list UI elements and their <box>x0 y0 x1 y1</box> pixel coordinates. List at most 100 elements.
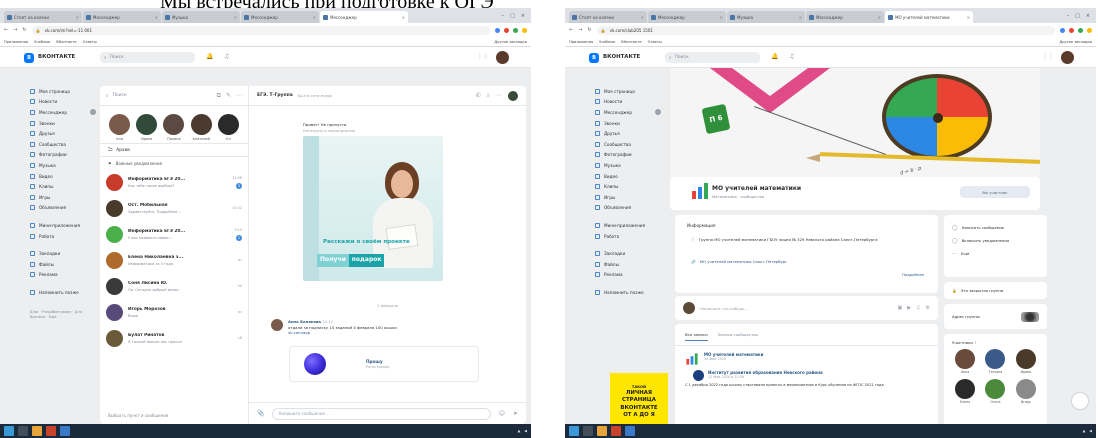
search-icon[interactable]: ⌕ <box>487 92 490 100</box>
taskbar-app-icon[interactable] <box>18 426 28 436</box>
vk-logo-icon[interactable]: В <box>24 53 34 63</box>
browser-tab[interactable]: Стоят на колени × <box>569 11 647 23</box>
sidebar-item[interactable]: Игры <box>595 192 661 203</box>
membership-button[interactable]: Вы участник <box>960 186 1030 198</box>
minimize-icon[interactable]: – <box>502 13 505 19</box>
promo-image[interactable]: Расскажи о своём проекте Получи подарок <box>303 136 443 281</box>
url-field[interactable]: 🔒 vk.com/im?sel=-11 001 <box>31 25 490 35</box>
back-icon[interactable]: ← <box>569 27 573 33</box>
members-title[interactable]: Участники 7 <box>952 340 1039 345</box>
network-icon[interactable]: ▲ <box>1083 429 1086 433</box>
sidebar-item[interactable]: Сообщества <box>30 139 96 150</box>
extension-icon[interactable] <box>495 27 500 33</box>
bookmark-item[interactable]: Другие закладки <box>494 40 527 44</box>
sidebar-item[interactable]: Фотографии <box>30 150 96 161</box>
sidebar-item[interactable]: Объявления <box>595 203 661 214</box>
sidebar-item[interactable]: Музыка <box>30 160 96 171</box>
sidebar-item[interactable]: Друзья <box>595 128 661 139</box>
music-icon[interactable]: ♫ <box>916 305 920 311</box>
apps-icon[interactable]: ⋮⋮ <box>1042 53 1054 60</box>
chat-row[interactable]: Игорь Морозов Ваше вс <box>100 299 248 325</box>
sidebar-item[interactable]: Закладки <box>30 248 96 259</box>
chat-row[interactable]: Ост. Мобильная Здравствуйте, Подробнее...… <box>100 195 248 221</box>
post-input[interactable]: Напишите что-нибудь... <box>700 306 892 311</box>
story[interactable]: Полина <box>163 114 185 141</box>
chat-search[interactable]: ⌕ Поиск ⧉ ✎ ⋯ <box>100 86 248 106</box>
sidebar-item[interactable]: Мессенджер <box>30 107 96 118</box>
extension-icon[interactable] <box>1087 27 1092 33</box>
sidebar-item[interactable]: Сообщества <box>595 139 661 150</box>
minimize-icon[interactable]: – <box>1067 13 1070 19</box>
taskbar-app-icon[interactable] <box>625 426 635 436</box>
close-window-icon[interactable]: × <box>1086 13 1090 19</box>
sidebar-item[interactable]: Клипы <box>595 181 661 192</box>
bell-icon[interactable]: 🔔 <box>206 53 213 60</box>
message-input[interactable]: Напишите сообщение... <box>272 407 491 420</box>
close-icon[interactable]: × <box>155 15 158 20</box>
chat-row[interactable]: Информатика ЕГЭ 20... У вас появился ново… <box>100 221 248 247</box>
photo-icon[interactable]: ▣ <box>897 305 902 311</box>
browser-tab[interactable]: Мессенджер × <box>648 11 726 23</box>
close-icon[interactable]: × <box>234 15 237 20</box>
sidebar-item[interactable]: Музыка <box>595 160 661 171</box>
maximize-icon[interactable]: □ <box>510 13 515 19</box>
forward-icon[interactable]: → <box>578 27 582 33</box>
sidebar-item[interactable]: Моя страница <box>595 86 661 97</box>
member[interactable]: Игорь <box>1013 379 1039 404</box>
notify-button[interactable]: ◯ Включить уведомления <box>952 234 1039 247</box>
taskbar-app-icon[interactable] <box>60 426 70 436</box>
sidebar-item[interactable]: Напомнить позже <box>30 287 96 298</box>
extension-icon[interactable] <box>504 27 509 33</box>
browser-tab[interactable]: Мессенджер × <box>83 11 161 23</box>
extension-icon[interactable] <box>1069 27 1074 33</box>
attach-icon[interactable]: 📎 <box>257 410 264 417</box>
bookmark-item[interactable]: ВКонтакте <box>621 40 641 44</box>
message-button[interactable]: ◯ Написать сообщение <box>952 221 1039 234</box>
phone-icon[interactable]: ✆ <box>476 92 481 99</box>
bookmark-item[interactable]: Учебные <box>599 40 615 44</box>
sidebar-item[interactable]: Работа <box>595 231 661 242</box>
sidebar-item[interactable]: Напомнить позже <box>595 287 661 298</box>
chat-list-footer[interactable]: Выбрать пункт и сообщения <box>108 413 168 418</box>
story[interactable]: Ел <box>217 114 239 141</box>
close-icon[interactable]: × <box>402 15 405 20</box>
scroll-top-button[interactable] <box>1072 393 1088 409</box>
message-link[interactable]: vk.com/app <box>288 330 478 336</box>
sidebar-item[interactable]: Мини-приложения <box>595 220 661 231</box>
close-icon[interactable]: × <box>799 15 802 20</box>
gear-icon[interactable] <box>655 109 661 116</box>
taskbar-app-icon[interactable] <box>583 426 593 436</box>
volume-icon[interactable]: ◀ <box>524 429 527 433</box>
video-icon[interactable]: ▶ <box>907 305 911 311</box>
extension-icon[interactable] <box>513 27 518 33</box>
tab-all-posts[interactable]: Все записи <box>685 332 708 341</box>
group-logo-icon[interactable] <box>685 352 699 366</box>
sidebar-item[interactable]: Мини-приложения <box>30 220 96 231</box>
taskbar-app-icon[interactable] <box>46 426 56 436</box>
gear-icon[interactable] <box>90 109 96 116</box>
browser-tab[interactable]: Мессенджер × <box>241 11 319 23</box>
close-icon[interactable]: × <box>641 15 644 20</box>
apps-icon[interactable]: ⋮⋮ <box>477 53 489 60</box>
promo-button[interactable]: Получи подарок <box>317 254 385 267</box>
sidebar-item[interactable]: Видео <box>595 171 661 182</box>
bookmark-item[interactable]: Приложения <box>569 40 593 44</box>
reload-icon[interactable]: ↻ <box>22 27 26 33</box>
chat-row[interactable]: Информатика ЕГЭ 20... Как тебе такое вооб… <box>100 169 248 195</box>
sidebar-item[interactable]: Файлы <box>595 259 661 270</box>
settings-icon[interactable]: ⚙ <box>926 305 930 311</box>
avatar[interactable] <box>1061 51 1074 64</box>
url-field[interactable]: 🔒 vk.com/club205 1501 <box>596 25 1055 35</box>
chat-row[interactable]: Булат Ринатов Я точный вопрос вас просил с… <box>100 325 248 351</box>
bookmark-item[interactable]: Ответы <box>648 40 662 44</box>
taskbar-app-icon[interactable] <box>32 426 42 436</box>
vk-search-input[interactable]: ⌕ Поиск <box>665 52 760 63</box>
bookmark-item[interactable]: Другие закладки <box>1059 40 1092 44</box>
emoji-icon[interactable]: ☺ <box>499 410 505 417</box>
tab-community-posts[interactable]: Записи сообщества <box>718 332 758 341</box>
avatar[interactable] <box>693 370 704 381</box>
browser-tab[interactable]: Мессенджер × <box>806 11 884 23</box>
sidebar-item[interactable]: Звонки <box>30 118 96 129</box>
close-icon[interactable]: × <box>878 15 881 20</box>
avatar[interactable] <box>496 51 509 64</box>
